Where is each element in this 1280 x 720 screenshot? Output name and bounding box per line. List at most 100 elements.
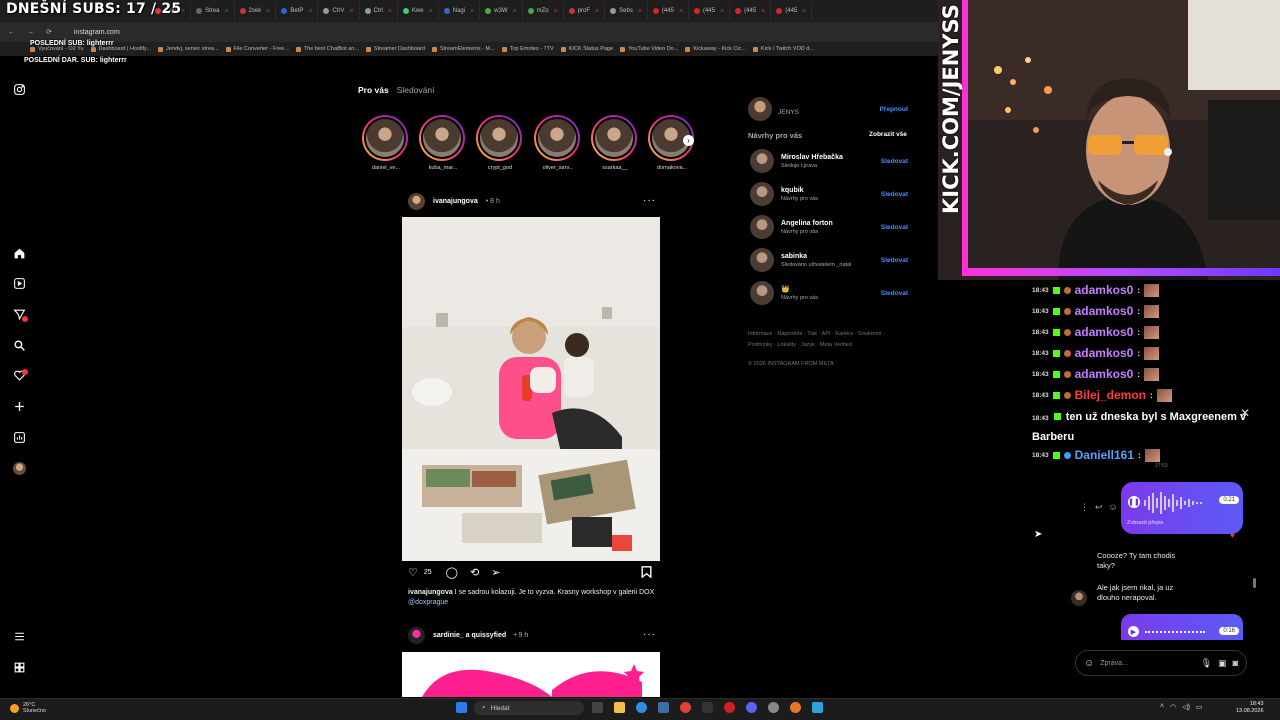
tab-close-icon[interactable]: × <box>181 8 185 15</box>
bookmark-item[interactable]: Streamer Dashboard <box>365 46 425 52</box>
chat-username[interactable]: Bilej_demon <box>1075 388 1146 402</box>
avatar[interactable] <box>408 627 425 644</box>
browser-tab[interactable]: proF × <box>564 2 606 20</box>
follow-button[interactable]: Sledovat <box>881 290 908 297</box>
avatar[interactable] <box>408 193 425 210</box>
dm-input[interactable]: ☺ Zpráva... 🎙 ▣ ◙ <box>1075 650 1247 676</box>
tab-following[interactable]: Sledování <box>397 85 435 95</box>
tab-close-icon[interactable]: × <box>266 8 270 15</box>
browser-app-icon[interactable] <box>790 702 801 713</box>
discord-icon[interactable] <box>746 702 757 713</box>
caption-author[interactable]: ivanajungova <box>408 589 453 596</box>
bookmark-item[interactable]: The best ChatBot an... <box>295 46 359 52</box>
suggestion-name[interactable]: Miroslav Hřebačka <box>781 154 881 161</box>
terminal-icon[interactable] <box>702 702 713 713</box>
emoji-icon[interactable]: ☺ <box>1084 658 1094 669</box>
browser-tab[interactable]: 2sek × <box>235 2 277 20</box>
suggestion-name[interactable]: Angelina forton <box>781 220 881 227</box>
forward-icon[interactable]: → <box>27 29 34 36</box>
post2-image[interactable] <box>402 652 660 697</box>
image-icon[interactable]: ▣ <box>1218 658 1227 669</box>
emoji-react-icon[interactable]: ☺ <box>1109 502 1118 513</box>
voice-message-bubble[interactable]: ▶ 0:16 <box>1121 614 1243 640</box>
suggestion-name[interactable]: sabinka <box>781 253 881 260</box>
tab-close-icon[interactable]: × <box>224 8 228 15</box>
chevron-up-icon[interactable]: ˄ <box>1160 703 1164 711</box>
bookmark-item[interactable]: Jendvj, server strea... <box>157 46 219 52</box>
avatar[interactable] <box>748 97 772 121</box>
volume-icon[interactable]: ◁) <box>1182 703 1190 711</box>
browser-tab[interactable]: (445 × <box>648 2 690 20</box>
chat-username[interactable]: adamkos0 <box>1075 304 1134 318</box>
browser-tab[interactable]: (445 × <box>730 2 772 20</box>
repost-icon[interactable]: ⟲ <box>470 566 479 579</box>
bookmark-item[interactable]: StreamElements - M... <box>431 46 495 52</box>
browser-tab[interactable]: w3W × <box>480 2 523 20</box>
story-item[interactable]: ssarkaa__ <box>591 115 639 171</box>
save-bookmark-icon[interactable] <box>641 566 652 581</box>
sticker-icon[interactable]: ◙ <box>1233 658 1238 668</box>
windows-start-icon[interactable] <box>456 702 467 713</box>
file-explorer-icon[interactable] <box>614 702 625 713</box>
story-item[interactable]: daniel_ve... <box>362 115 410 171</box>
bookmark-item[interactable]: File Converter - Free... <box>225 46 289 52</box>
suggestion-name[interactable]: 👑 <box>781 285 881 293</box>
menu-icon[interactable] <box>12 629 27 644</box>
battery-icon[interactable]: ▭ <box>1196 703 1203 711</box>
avatar[interactable] <box>750 281 774 305</box>
chat-username[interactable]: adamkos0 <box>1075 367 1134 381</box>
story-item[interactable]: crypt_god <box>476 115 524 171</box>
chrome-icon[interactable] <box>680 702 691 713</box>
story-item[interactable]: oliver_sarv... <box>534 115 582 171</box>
also-from-meta-icon[interactable] <box>12 660 27 675</box>
browser-tab[interactable]: BetP × <box>276 2 319 20</box>
browser-tab[interactable]: Ctrl × <box>360 2 398 20</box>
share-icon[interactable]: ➢ <box>491 566 500 579</box>
browser-tab[interactable]: (445 × <box>771 2 813 20</box>
tab-close-icon[interactable]: × <box>638 8 642 15</box>
follow-button[interactable]: Sledovat <box>881 257 908 264</box>
avatar[interactable] <box>750 215 774 239</box>
scrollbar-thumb[interactable] <box>1253 578 1256 588</box>
tab-for-you[interactable]: Pro vás <box>358 85 389 95</box>
close-icon[interactable]: ✕ <box>1240 406 1250 420</box>
reload-icon[interactable]: ⟳ <box>46 28 52 36</box>
browser-tab[interactable]: Strea × <box>191 2 235 20</box>
post-image[interactable] <box>402 217 660 561</box>
tab-close-icon[interactable]: × <box>349 8 353 15</box>
home-icon[interactable] <box>12 246 27 261</box>
settings-icon[interactable] <box>768 702 779 713</box>
avatar[interactable] <box>750 149 774 173</box>
bookmark-item[interactable]: Kick / Twitch VOD d... <box>752 46 814 52</box>
weather-widget[interactable]: 26°C Slunečno <box>10 702 46 714</box>
footer-line-1[interactable]: Informace · Nápověda · Tisk · API · Kari… <box>748 329 918 340</box>
post2-more-options-icon[interactable]: ··· <box>643 629 656 640</box>
avatar[interactable] <box>750 182 774 206</box>
tab-close-icon[interactable]: × <box>802 8 806 15</box>
telegram-icon[interactable] <box>812 702 823 713</box>
avatar[interactable] <box>1071 590 1087 606</box>
task-view-icon[interactable] <box>592 702 603 713</box>
tab-close-icon[interactable]: × <box>470 8 474 15</box>
dashboard-icon[interactable] <box>12 430 27 445</box>
tab-close-icon[interactable]: × <box>429 8 433 15</box>
chat-username[interactable]: adamkos0 <box>1075 283 1134 297</box>
story-next-arrow-icon[interactable]: › <box>683 135 694 146</box>
wifi-icon[interactable]: ◠ <box>1170 703 1176 711</box>
post-more-options-icon[interactable]: ··· <box>643 195 656 206</box>
avatar[interactable] <box>750 248 774 272</box>
create-plus-icon[interactable] <box>12 399 27 414</box>
search-icon[interactable] <box>12 338 27 353</box>
bookmark-item[interactable]: Kickaway - Kick Cic... <box>685 46 746 52</box>
story-item[interactable]: kuba_mar... <box>419 115 467 171</box>
bookmark-item[interactable]: Top Emotes - 7TV <box>501 46 554 52</box>
more-icon[interactable]: ⋮ <box>1080 502 1089 513</box>
browser-tab[interactable]: Sebs × <box>605 2 648 20</box>
bookmark-item[interactable]: YouTube Video Do... <box>620 46 678 52</box>
back-icon[interactable]: ← <box>8 29 15 36</box>
pause-icon[interactable]: ❚❚ <box>1128 496 1140 508</box>
bookmark-item[interactable]: KICK Status Page <box>560 46 613 52</box>
edge-icon[interactable] <box>636 702 647 713</box>
tab-close-icon[interactable]: × <box>761 8 765 15</box>
clock[interactable]: 18:43 13.08.2026 <box>1236 701 1264 715</box>
